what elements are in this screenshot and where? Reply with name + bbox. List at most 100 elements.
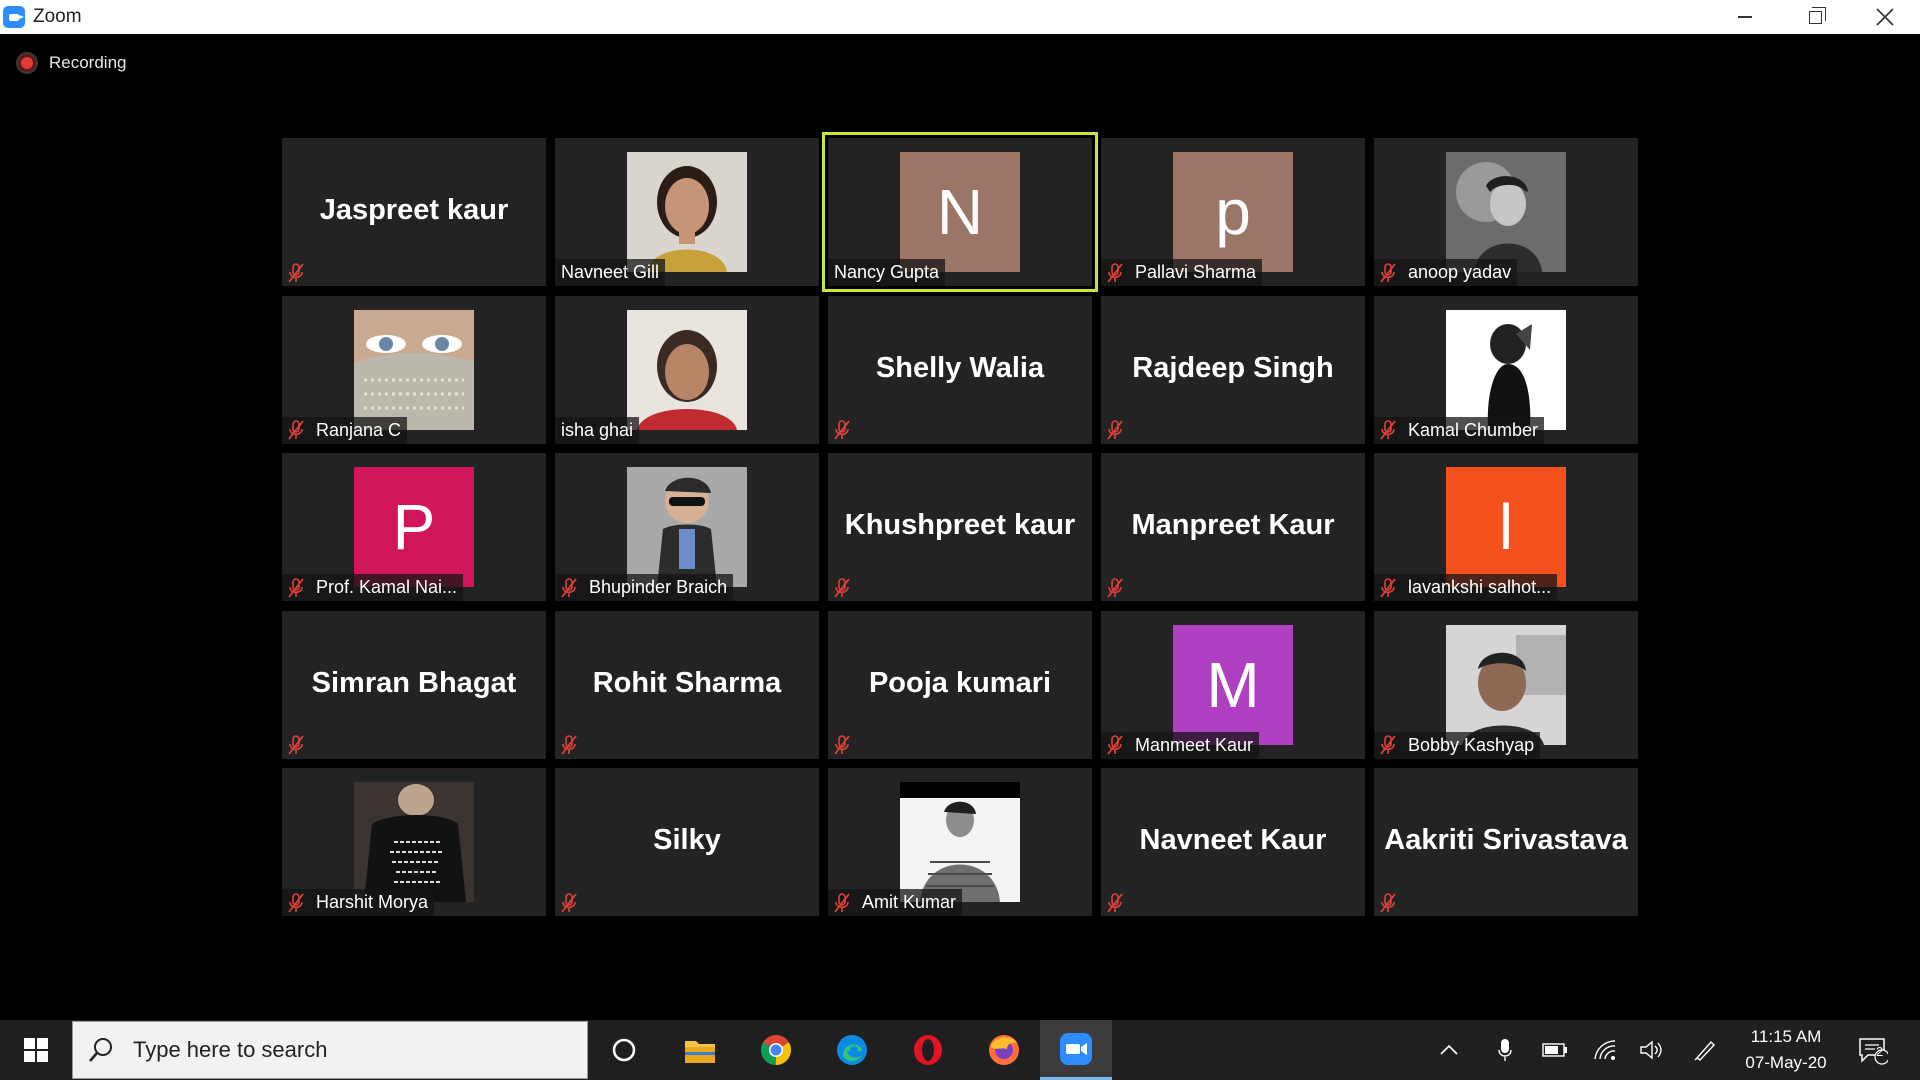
participant-name-text: Harshit Morya: [316, 892, 429, 912]
participant-tile[interactable]: Amit Kumar: [828, 768, 1092, 916]
muted-microphone-icon: [1107, 577, 1123, 598]
participant-initial-avatar: N: [900, 152, 1020, 272]
participant-name-label: [555, 889, 595, 916]
zoom-taskbar-icon[interactable]: [1040, 1020, 1112, 1080]
participant-tile[interactable]: Ranjana C: [282, 295, 546, 444]
participant-tile[interactable]: Pooja kumari: [828, 610, 1092, 759]
wifi-icon[interactable]: [1580, 1020, 1630, 1080]
windows-logo-icon: [24, 1038, 48, 1062]
participant-tile[interactable]: Simran Bhagat: [282, 610, 546, 759]
participant-tile[interactable]: Navneet Gill: [555, 138, 819, 286]
participant-tile[interactable]: Kamal Chumber: [1374, 295, 1638, 444]
muted-microphone-icon: [1107, 262, 1123, 283]
participant-tile[interactable]: anoop yadav: [1374, 138, 1638, 286]
participant-name-label: [555, 732, 595, 759]
participant-photo-avatar: [354, 782, 474, 902]
pen-icon[interactable]: [1680, 1020, 1730, 1080]
participant-tile[interactable]: Silky: [555, 768, 819, 916]
participant-name-label: [828, 574, 868, 601]
participant-tile[interactable]: Khushpreet kaur: [828, 453, 1092, 601]
participant-tile[interactable]: isha ghai: [555, 295, 819, 444]
opera-icon[interactable]: [892, 1020, 964, 1080]
participant-name-label: Kamal Chumber: [1374, 416, 1545, 444]
participant-tile[interactable]: l lavankshi salhot...: [1374, 453, 1638, 601]
clock-time[interactable]: 11:15 AM: [1736, 1027, 1836, 1047]
participant-tile[interactable]: P Prof. Kamal Nai...: [282, 453, 546, 601]
participant-name-label: Amit Kumar: [828, 889, 963, 916]
participant-photo-avatar: [1446, 152, 1566, 272]
notification-count-badge: 2: [1876, 1044, 1884, 1059]
muted-microphone-icon: [1107, 892, 1123, 913]
edge-icon[interactable]: [816, 1020, 888, 1080]
recording-indicator[interactable]: Recording: [18, 53, 127, 73]
participant-name-label: [282, 259, 322, 286]
clock-date[interactable]: 07-May-20: [1736, 1053, 1836, 1073]
muted-microphone-icon: [1380, 262, 1396, 283]
participant-name-text: isha ghai: [561, 419, 634, 440]
start-button[interactable]: [0, 1020, 72, 1080]
participant-tile[interactable]: Navneet Kaur: [1101, 768, 1365, 916]
participant-name-text: lavankshi salhot...: [1408, 577, 1552, 597]
show-hidden-icons-chevron-icon[interactable]: [1424, 1020, 1474, 1080]
windows-taskbar: Type here to search 11:15 AM 07-May-20 2: [0, 1020, 1920, 1080]
participant-name-text: Kamal Chumber: [1408, 419, 1539, 440]
participant-tile[interactable]: Rajdeep Singh: [1101, 295, 1365, 444]
participant-name-label: Manmeet Kaur: [1101, 731, 1260, 759]
participant-tile[interactable]: Harshit Morya: [282, 768, 546, 916]
chrome-icon[interactable]: [740, 1020, 812, 1080]
window-title: Zoom: [33, 6, 82, 27]
muted-microphone-icon: [1380, 577, 1396, 598]
cortana-icon[interactable]: [588, 1020, 660, 1080]
participant-tile[interactable]: M Manmeet Kaur: [1101, 610, 1365, 759]
search-icon: [89, 1038, 112, 1062]
participant-photo-avatar: [627, 467, 747, 587]
participant-tile[interactable]: Jaspreet kaur: [282, 138, 546, 286]
participant-display-name: Simran Bhagat: [311, 666, 517, 699]
participant-name-label: Navneet Gill: [555, 259, 666, 286]
participant-name-label: Harshit Morya: [282, 889, 435, 916]
participant-tile[interactable]: Bhupinder Braich: [555, 453, 819, 601]
participant-tile[interactable]: Bobby Kashyap: [1374, 610, 1638, 759]
participant-tile[interactable]: Rohit Sharma: [555, 610, 819, 759]
muted-microphone-icon: [834, 420, 850, 440]
notifications-button[interactable]: 2: [1848, 1020, 1898, 1080]
volume-icon[interactable]: [1626, 1020, 1676, 1080]
participant-initial-avatar: l: [1446, 467, 1566, 587]
restore-button[interactable]: [1780, 0, 1850, 34]
participant-name-label: [828, 732, 868, 759]
participant-tile[interactable]: Shelly Walia: [828, 295, 1092, 444]
search-placeholder: Type here to search: [133, 1037, 328, 1062]
participant-tile[interactable]: Aakriti Srivastava: [1374, 768, 1638, 916]
microphone-icon[interactable]: [1480, 1020, 1530, 1080]
participant-initial-avatar: M: [1173, 624, 1293, 745]
participant-name-label: isha ghai: [555, 416, 640, 444]
muted-microphone-icon: [834, 735, 850, 755]
participant-tile[interactable]: Manpreet Kaur: [1101, 453, 1365, 601]
participant-name-text: Bhupinder Braich: [589, 577, 728, 597]
participant-display-name: Khushpreet kaur: [844, 509, 1076, 542]
minimize-button[interactable]: [1710, 0, 1780, 34]
battery-icon[interactable]: [1530, 1020, 1580, 1080]
participant-name-label: [828, 417, 868, 444]
muted-microphone-icon: [288, 892, 304, 913]
participant-name-text: Pallavi Sharma: [1135, 262, 1257, 282]
participant-tile[interactable]: p Pallavi Sharma: [1101, 138, 1365, 286]
participant-name-label: Nancy Gupta: [828, 259, 946, 286]
close-button[interactable]: [1850, 0, 1920, 34]
participant-tile[interactable]: N Nancy Gupta: [822, 132, 1098, 292]
participant-name-label: [1101, 417, 1141, 444]
participant-photo-avatar: [354, 309, 474, 430]
muted-microphone-icon: [288, 735, 304, 755]
action-center-icon: [1859, 1038, 1888, 1065]
file-explorer-icon[interactable]: [664, 1020, 736, 1080]
participant-name-text: Navneet Gill: [561, 262, 660, 282]
participant-display-name: Aakriti Srivastava: [1384, 824, 1628, 857]
participant-photo-avatar: [1446, 309, 1566, 430]
participant-initial-avatar: P: [354, 467, 474, 587]
close-icon: [1876, 8, 1894, 26]
participant-name-label: [282, 732, 322, 759]
muted-microphone-icon: [561, 577, 577, 598]
firefox-icon[interactable]: [968, 1020, 1040, 1080]
taskbar-search-box[interactable]: Type here to search: [72, 1021, 588, 1079]
participant-display-name: Shelly Walia: [875, 351, 1045, 384]
